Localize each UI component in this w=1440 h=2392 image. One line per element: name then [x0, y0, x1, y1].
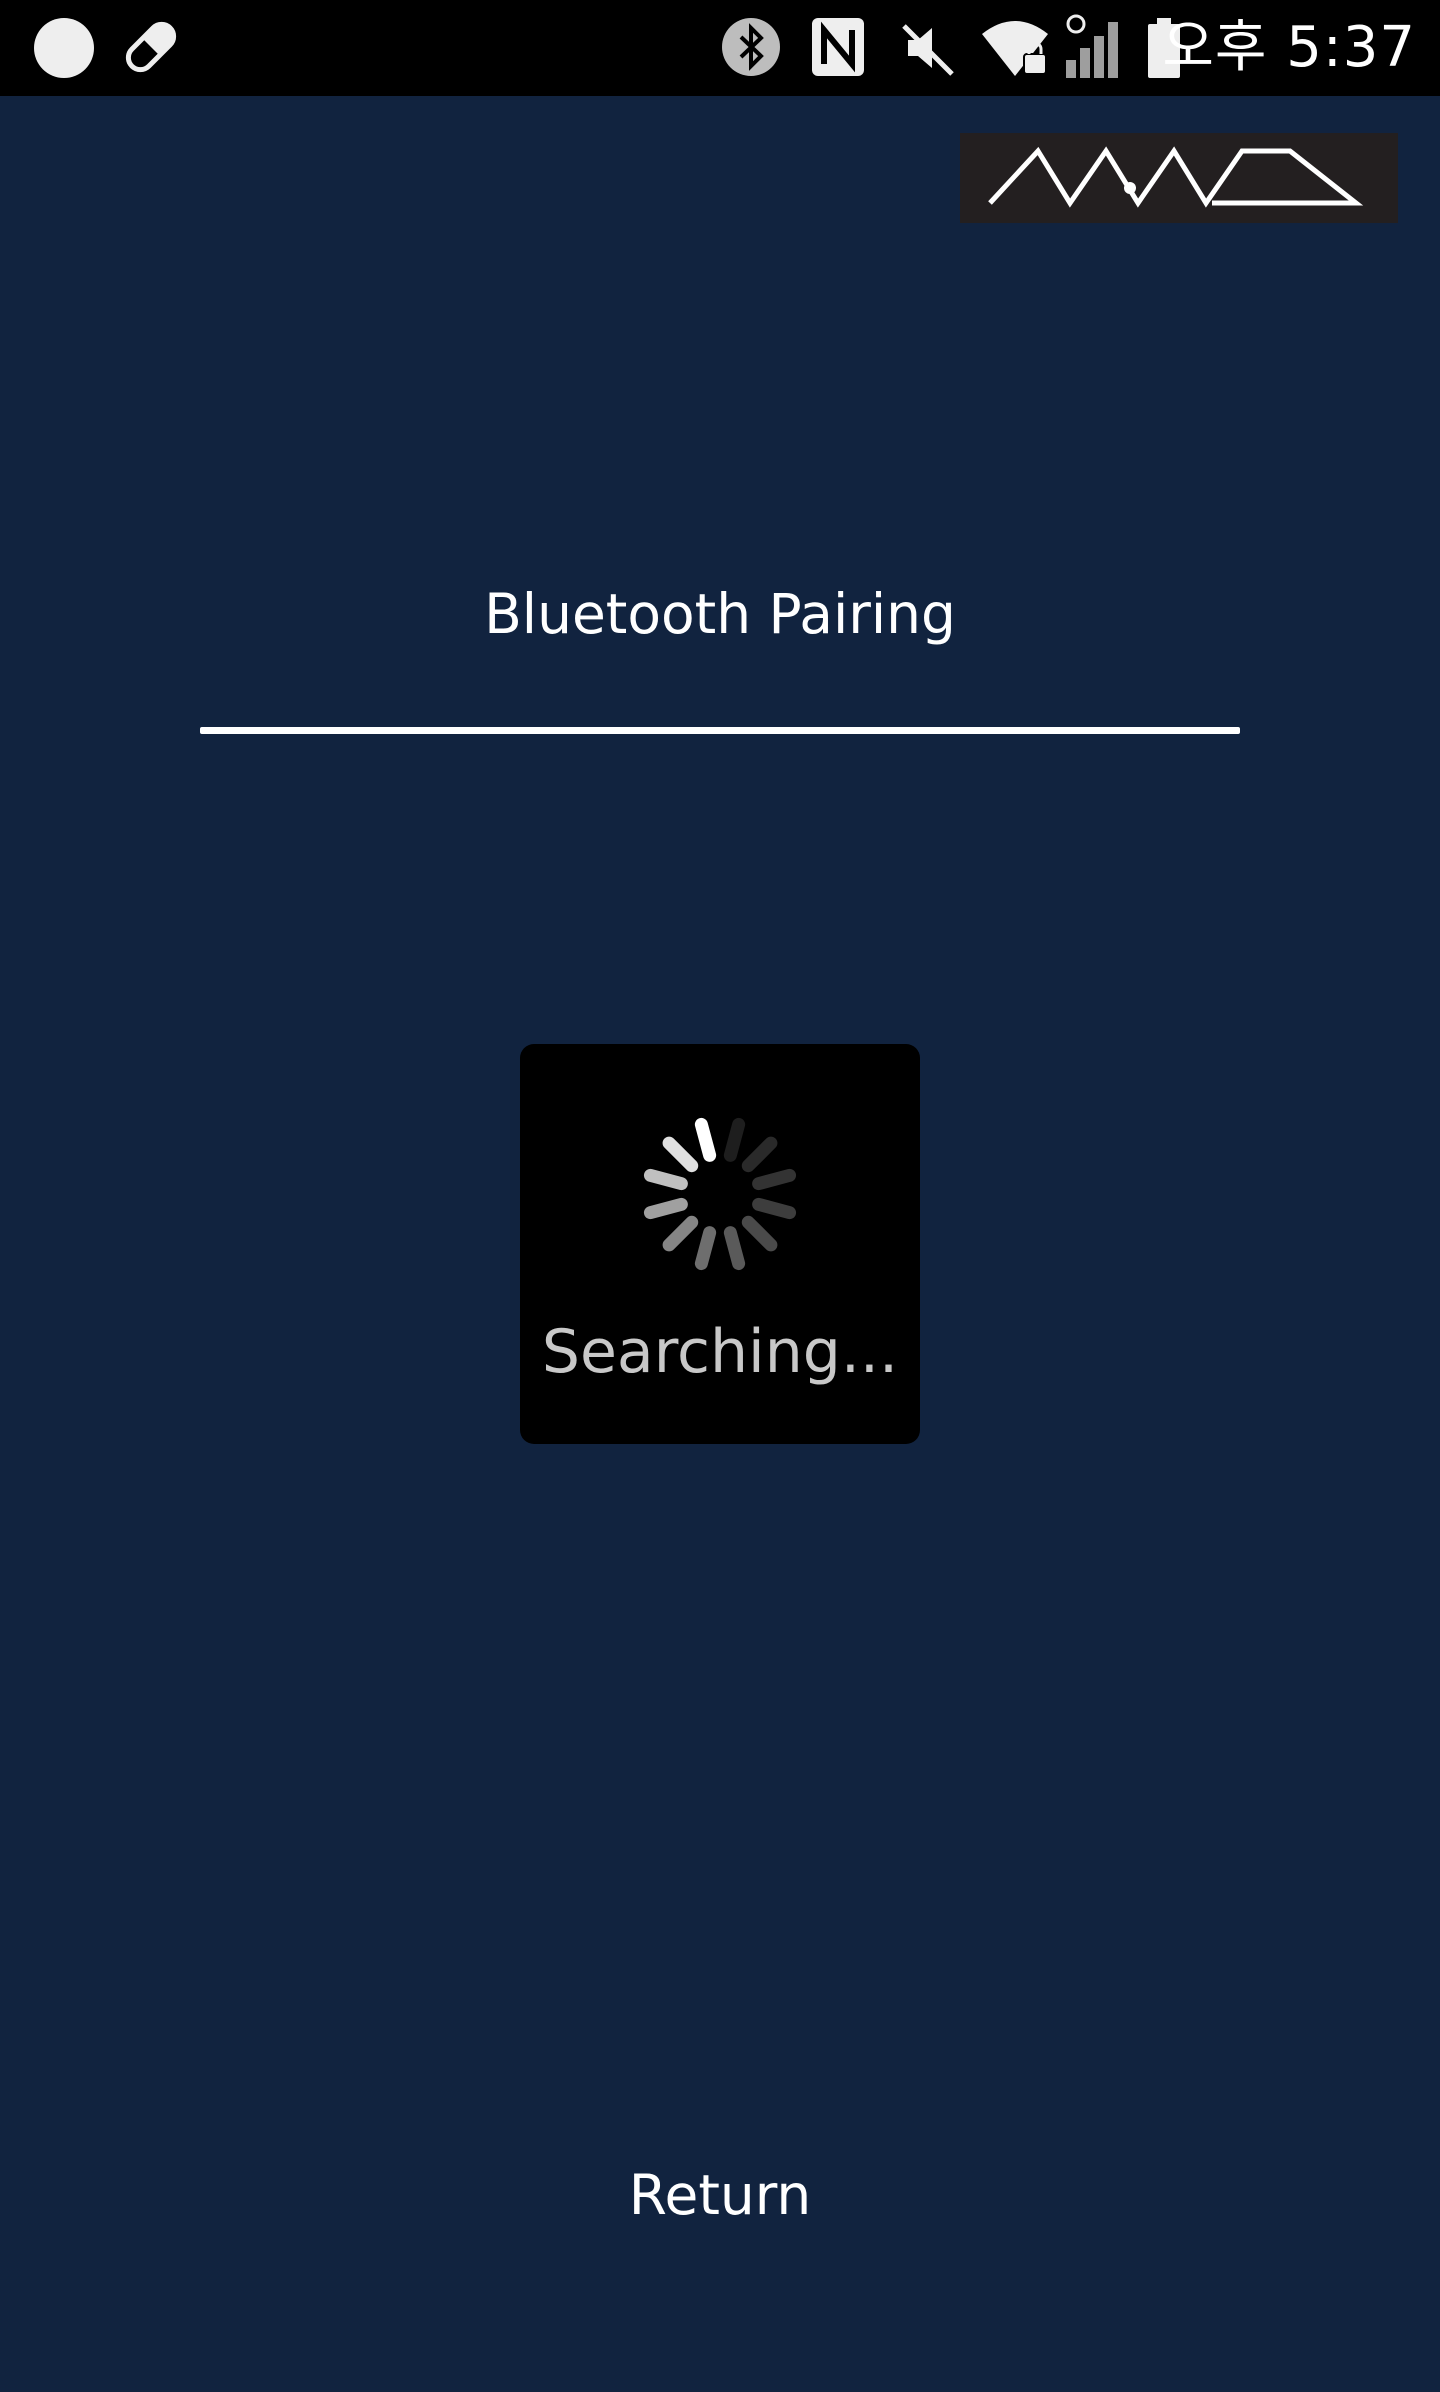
nfc-icon [812, 18, 864, 76]
status-bar: 오후 5:37 [0, 0, 1440, 96]
loading-spinner-icon [643, 1117, 797, 1271]
signal-icon [1066, 14, 1118, 78]
circle-notification-icon [34, 18, 94, 78]
pill-icon [125, 21, 177, 73]
title-divider [200, 727, 1240, 734]
bluetooth-icon [722, 18, 780, 76]
page-title: Bluetooth Pairing [484, 582, 956, 646]
status-time: 오후 5:37 [1162, 15, 1416, 80]
screen: 오후 5:37 Bluetooth Pairing Searching... R… [0, 0, 1440, 2392]
wifi-lock-icon [982, 21, 1048, 76]
return-button[interactable]: Return [570, 2150, 870, 2240]
mute-icon [902, 24, 954, 76]
progress-dialog: Searching... [520, 1044, 920, 1444]
progress-message: Searching... [541, 1317, 899, 1387]
navas-logo [960, 133, 1398, 223]
